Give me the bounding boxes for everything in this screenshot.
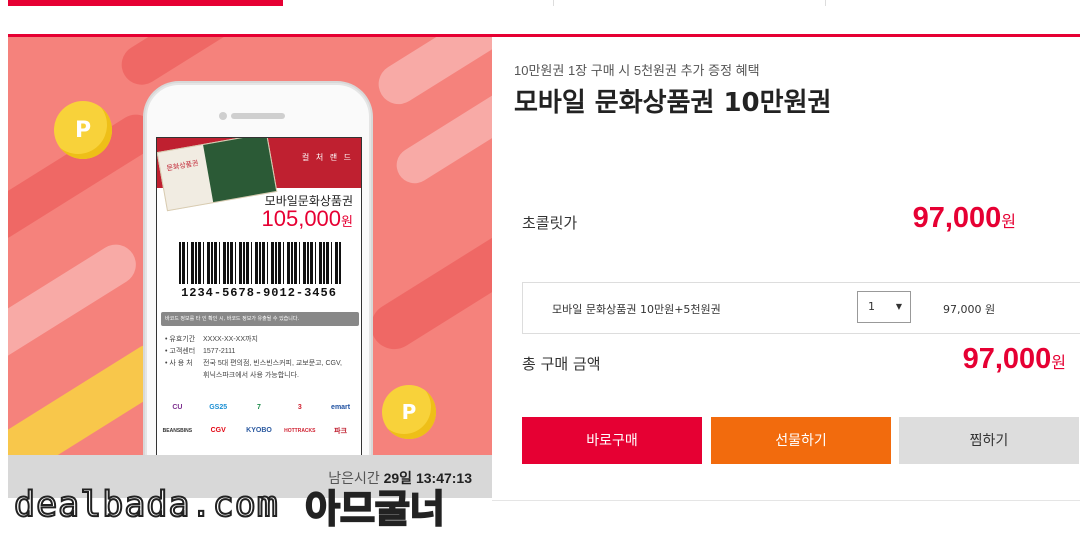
warning-banner: 바코드 정보를 타 인 확인 시, 바코드 정보가 유출될 수 있습니다. <box>161 312 359 326</box>
option-name: 모바일 문화상품권 10만원+5천원권 <box>552 303 721 316</box>
cu-logo: CU <box>172 404 183 411</box>
camera-icon <box>219 112 227 120</box>
wishlist-button[interactable]: 찜하기 <box>899 417 1079 464</box>
seven-eleven-logo: 7 <box>257 404 261 411</box>
total-amount: 97,000원 <box>962 343 1066 375</box>
promo-text: 10만원권 1장 구매 시 5천원권 추가 증정 혜택 <box>514 63 760 78</box>
speaker-icon <box>231 113 285 119</box>
partner-logos: CU GS25 7 3 emart BEANSBINS CGV KYOBO HO… <box>157 396 361 442</box>
kyobo-logo: KYOBO <box>246 427 272 434</box>
option-price: 97,000 원 <box>943 303 996 316</box>
beansbins-logo: BEANSBINS <box>162 427 193 434</box>
divider <box>492 500 1080 501</box>
gift-button[interactable]: 선물하기 <box>711 417 891 464</box>
buy-now-button[interactable]: 바로구매 <box>522 417 702 464</box>
hottracks-logo: HOTTRACKS <box>284 427 316 434</box>
product-detail-panel: 10만원권 1장 구매 시 5천원권 추가 증정 혜택 모바일 문화상품권 10… <box>492 37 1080 500</box>
tab-divider <box>825 0 827 6</box>
ticket-banner-text: 문화상품권 <box>165 159 200 173</box>
cgv-logo: CGV <box>210 427 226 434</box>
ministop-logo: 3 <box>297 404 302 411</box>
ticket-info: • 유효기간 XXXX-XX-XX까지 • 고객센터 1577-2111 • 사 용… <box>165 336 342 379</box>
culture-land-label: 컬 처 랜 드 <box>301 153 353 162</box>
barcode-number: 1234-5678-9012-3456 <box>181 286 337 300</box>
phone-screen: 문화상품권 컬 처 랜 드 모바일문화상품권 105,000원 1234-567… <box>156 137 362 455</box>
ticket-price: 105,000원 <box>261 206 354 231</box>
ticket-header: 문화상품권 컬 처 랜 드 <box>157 138 361 212</box>
phoenix-park-logo: 파크 <box>334 427 348 435</box>
product-hero-image: P P 문화상품권 컬 처 랜 드 모바일문화상품권 105,000원 1234… <box>8 37 492 455</box>
quantity-select[interactable]: 1 ▼ <box>857 291 911 323</box>
top-tabs <box>0 0 1080 6</box>
total-label: 총 구매 금액 <box>522 355 601 373</box>
emart-logo: emart <box>331 404 351 411</box>
chevron-down-icon: ▼ <box>895 302 902 311</box>
decor-stripe <box>8 237 144 377</box>
site-watermark: dealbada.com <box>13 484 279 526</box>
decor-stripe <box>371 37 492 112</box>
tab-divider <box>553 0 555 6</box>
decor-stripe <box>362 202 492 358</box>
price-label: 초콜릿가 <box>522 214 578 232</box>
coin-icon: P <box>54 101 112 159</box>
sale-price: 97,000원 <box>912 202 1016 234</box>
coin-icon: P <box>382 385 436 439</box>
product-title: 모바일 문화상품권 10만원권 <box>514 88 832 118</box>
gift-certificate-image: 문화상품권 <box>157 138 278 212</box>
selected-option-row: 모바일 문화상품권 10만원+5천원권 1 ▼ 97,000 원 <box>522 282 1080 334</box>
gs25-logo: GS25 <box>209 404 228 411</box>
phone-mockup: 문화상품권 컬 처 랜 드 모바일문화상품권 105,000원 1234-567… <box>145 83 371 455</box>
user-watermark: 아므굴너 <box>304 486 446 532</box>
tab-active[interactable] <box>8 0 283 6</box>
barcode-image <box>179 242 341 284</box>
